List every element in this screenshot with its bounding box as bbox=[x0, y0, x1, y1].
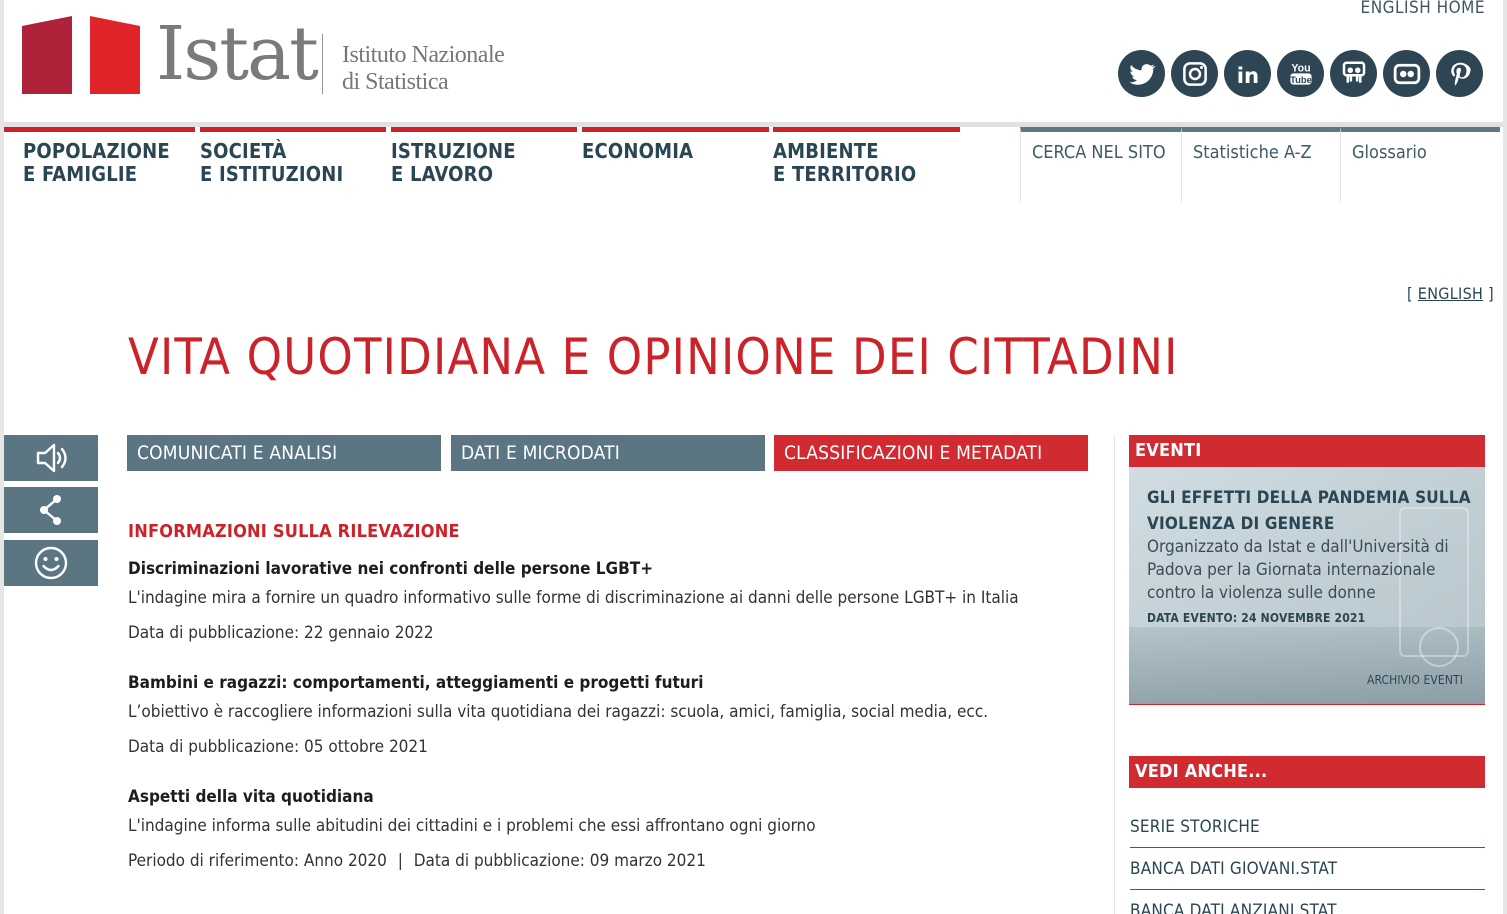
nav-label-line2: E ISTITUZIONI bbox=[200, 162, 344, 186]
event-card[interactable]: GLI EFFETTI DELLA PANDEMIA SULLA VIOLENZ… bbox=[1129, 467, 1485, 705]
share-button[interactable] bbox=[4, 487, 98, 533]
nav-statistiche-a-z[interactable]: Statistiche A-Z bbox=[1181, 127, 1341, 202]
tab-dati-microdati[interactable]: DATI E MICRODATI bbox=[451, 435, 765, 471]
audio-reader-button[interactable] bbox=[4, 435, 98, 481]
social-links: in You Tube bbox=[1118, 50, 1483, 97]
nav-societa-istituzioni[interactable]: SOCIETÀ E ISTITUZIONI bbox=[200, 127, 386, 205]
english-home-link[interactable]: ENGLISH HOME bbox=[1361, 0, 1485, 18]
nav-label-line2: E TERRITORIO bbox=[773, 162, 917, 186]
language-switch: [ ENGLISH ] bbox=[1407, 284, 1494, 303]
nav-popolazione-famiglie[interactable]: POPOLAZIONE E FAMIGLIE bbox=[4, 127, 195, 205]
svg-text:You: You bbox=[1291, 62, 1310, 74]
nav-label-line1: ISTRUZIONE bbox=[391, 139, 516, 163]
see-also-serie-storiche[interactable]: SERIE STORICHE bbox=[1130, 806, 1485, 848]
survey-item: Bambini e ragazzi: comportamenti, attegg… bbox=[128, 672, 1088, 758]
survey-item: Discriminazioni lavorative nei confronti… bbox=[128, 558, 1088, 644]
nav-label-line2: E LAVORO bbox=[391, 162, 494, 186]
survey-title-link[interactable]: Aspetti della vita quotidiana bbox=[128, 786, 1088, 808]
logo-divider bbox=[322, 34, 323, 94]
nav-istruzione-lavoro[interactable]: ISTRUZIONE E LAVORO bbox=[391, 127, 577, 205]
linkedin-icon[interactable]: in bbox=[1224, 50, 1271, 97]
share-icon bbox=[40, 495, 61, 525]
nav-label-line1: SOCIETÀ bbox=[200, 139, 287, 163]
nav-label-line1: AMBIENTE bbox=[773, 139, 879, 163]
nav-economia[interactable]: ECONOMIA bbox=[582, 127, 769, 205]
nav-ambiente-territorio[interactable]: AMBIENTE E TERRITORIO bbox=[773, 127, 960, 205]
survey-meta: Periodo di riferimento: Anno 2020 | Data… bbox=[128, 850, 1088, 872]
survey-item: Aspetti della vita quotidiana L'indagine… bbox=[128, 786, 1088, 872]
survey-reference-period: Periodo di riferimento: Anno 2020 bbox=[128, 851, 387, 871]
flickr-icon[interactable] bbox=[1383, 50, 1430, 97]
survey-title-link[interactable]: Discriminazioni lavorative nei confronti… bbox=[128, 558, 1088, 580]
logo-subtitle: Istituto Nazionale di Statistica bbox=[342, 42, 505, 96]
see-also-giovani-stat[interactable]: BANCA DATI GIOVANI.STAT bbox=[1130, 848, 1485, 890]
section-title: INFORMAZIONI SULLA RILEVAZIONE bbox=[128, 521, 460, 542]
survey-description: L’obiettivo è raccogliere informazioni s… bbox=[128, 702, 989, 722]
events-header: EVENTI bbox=[1129, 435, 1485, 467]
meta-separator: | bbox=[397, 851, 403, 871]
survey-publication-date: Data di pubblicazione: 09 marzo 2021 bbox=[413, 851, 706, 871]
english-link[interactable]: ENGLISH bbox=[1418, 284, 1483, 303]
nav-label-line1: POPOLAZIONE bbox=[23, 139, 170, 163]
nav-label-line2: E FAMIGLIE bbox=[23, 162, 138, 186]
survey-publication-date: Data di pubblicazione: 22 gennaio 2022 bbox=[128, 623, 434, 643]
logo-subtitle-line1: Istituto Nazionale bbox=[342, 42, 505, 68]
lang-bracket-close: ] bbox=[1488, 284, 1494, 303]
speaker-icon bbox=[36, 443, 67, 473]
event-description: Organizzato da Istat e dall'Università d… bbox=[1147, 537, 1449, 603]
nav-cerca-nel-sito[interactable]: CERCA NEL SITO bbox=[1020, 127, 1181, 202]
survey-description: L'indagine mira a fornire un quadro info… bbox=[128, 588, 1019, 608]
feedback-button[interactable] bbox=[4, 540, 98, 586]
youtube-icon[interactable]: You Tube bbox=[1277, 50, 1324, 97]
column-divider bbox=[1114, 435, 1115, 914]
nav-glossario[interactable]: Glossario bbox=[1340, 127, 1500, 202]
event-date: DATA EVENTO: 24 NOVEMBRE 2021 bbox=[1147, 611, 1366, 625]
page-frame-right bbox=[1503, 0, 1507, 914]
tab-classificazioni-metadati[interactable]: CLASSIFICAZIONI E METADATI bbox=[774, 435, 1088, 471]
survey-description: L'indagine informa sulle abitudini dei c… bbox=[128, 816, 816, 836]
lang-bracket-open: [ bbox=[1407, 284, 1413, 303]
survey-publication-date: Data di pubblicazione: 05 ottobre 2021 bbox=[128, 737, 428, 757]
instagram-icon[interactable] bbox=[1171, 50, 1218, 97]
istat-logo-icon[interactable] bbox=[22, 16, 146, 100]
svg-text:in: in bbox=[1236, 63, 1258, 88]
event-image-logo bbox=[1419, 627, 1459, 667]
event-archive-link[interactable]: ARCHIVIO EVENTI bbox=[1367, 673, 1463, 687]
twitter-icon[interactable] bbox=[1118, 50, 1165, 97]
slideshare-icon[interactable] bbox=[1330, 50, 1377, 97]
svg-text:Tube: Tube bbox=[1290, 74, 1312, 84]
survey-title-link[interactable]: Bambini e ragazzi: comportamenti, attegg… bbox=[128, 672, 1088, 694]
see-also-header: VEDI ANCHE... bbox=[1129, 756, 1485, 788]
logo-subtitle-line2: di Statistica bbox=[342, 69, 449, 95]
event-title[interactable]: GLI EFFETTI DELLA PANDEMIA SULLA VIOLENZ… bbox=[1147, 485, 1477, 537]
nav-label-line1: ECONOMIA bbox=[582, 139, 694, 163]
pinterest-icon[interactable] bbox=[1436, 50, 1483, 97]
site-header: Istat Istituto Nazionale di Statistica E… bbox=[4, 0, 1503, 124]
logo-wordmark: Istat bbox=[156, 11, 319, 97]
tab-comunicati-analisi[interactable]: COMUNICATI E ANALISI bbox=[127, 435, 441, 471]
see-also-anziani-stat[interactable]: BANCA DATI ANZIANI.STAT bbox=[1130, 890, 1485, 914]
page-title: VITA QUOTIDIANA E OPINIONE DEI CITTADINI bbox=[128, 328, 1179, 386]
smiley-icon bbox=[34, 546, 68, 580]
